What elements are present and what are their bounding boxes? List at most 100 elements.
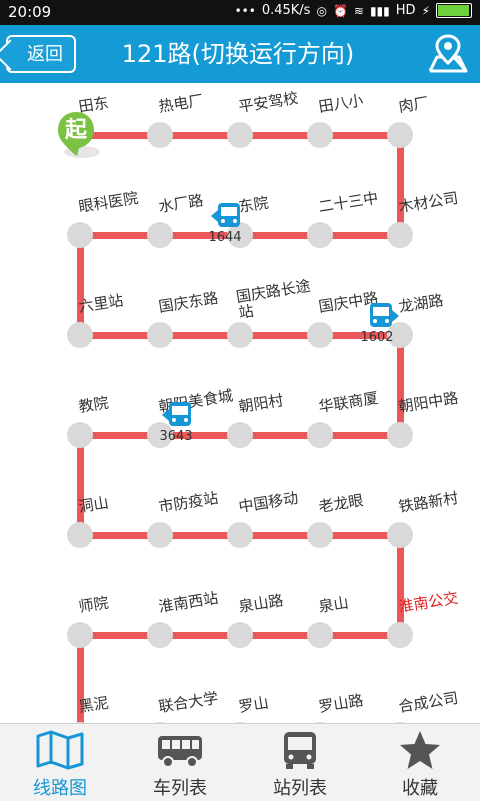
station-label[interactable]: 田八小 — [317, 91, 364, 116]
map-icon — [36, 730, 84, 770]
bus-icon — [211, 203, 240, 227]
station-label[interactable]: 师院 — [77, 594, 109, 616]
bus-number: 1602 — [360, 330, 394, 345]
station-label[interactable]: 泉山 — [317, 594, 349, 616]
station-label[interactable]: 热电厂 — [157, 91, 204, 116]
station-label[interactable]: 眼科医院 — [77, 189, 139, 216]
tab-route-map[interactable]: 线路图 — [0, 724, 120, 801]
charging-icon: ⚡ — [421, 3, 430, 18]
station-label[interactable]: 木材公司 — [397, 189, 459, 216]
station-stop[interactable] — [227, 622, 253, 648]
bus-marker[interactable]: 3643 — [152, 401, 200, 445]
tab-bus-list[interactable]: 车列表 — [120, 724, 240, 801]
bus-front-icon — [276, 730, 324, 770]
station-stop[interactable] — [307, 322, 333, 348]
station-label[interactable]: 水厂路 — [157, 191, 204, 216]
header: 返回 121路(切换运行方向) — [0, 25, 480, 83]
station-stop[interactable] — [387, 422, 413, 448]
tab-label: 站列表 — [273, 778, 327, 799]
station-label[interactable]: 联合大学 — [157, 689, 219, 716]
signal-icon: ▮▮▮ — [369, 3, 390, 18]
station-stop[interactable] — [387, 122, 413, 148]
star-icon — [396, 730, 444, 770]
start-badge-label: 起 — [64, 118, 88, 143]
station-stop[interactable] — [227, 522, 253, 548]
station-label[interactable]: 二十三中 — [317, 189, 379, 216]
station-stop[interactable] — [387, 522, 413, 548]
battery-icon — [436, 3, 472, 18]
more-dots-icon: ••• — [234, 3, 256, 18]
station-stop[interactable] — [387, 222, 413, 248]
station-stop[interactable] — [307, 122, 333, 148]
station-stop[interactable] — [307, 222, 333, 248]
route-segment — [397, 135, 404, 235]
wifi-icon: ≋ — [353, 3, 364, 18]
station-label[interactable]: 肉厂 — [397, 94, 429, 116]
station-stop[interactable] — [67, 622, 93, 648]
tab-station-list[interactable]: 站列表 — [240, 724, 360, 801]
station-label[interactable]: 朝阳村 — [237, 391, 284, 416]
station-label[interactable]: 罗山 — [237, 694, 269, 716]
station-stop[interactable] — [147, 522, 173, 548]
station-label[interactable]: 铁路新村 — [397, 489, 459, 516]
station-label[interactable]: 黑泥 — [77, 694, 109, 716]
status-time: 20:09 — [8, 3, 52, 21]
tab-label: 收藏 — [402, 778, 438, 799]
bus-icon — [370, 303, 399, 327]
alarm-icon: ⏰ — [332, 3, 348, 18]
station-label[interactable]: 国庆东路 — [157, 289, 219, 316]
network-speed: 0.45K/s — [261, 3, 311, 18]
bus-number: 1644 — [208, 230, 242, 245]
station-stop[interactable] — [227, 122, 253, 148]
location-map-icon[interactable] — [426, 33, 470, 75]
station-label[interactable]: 淮南西站 — [157, 589, 219, 616]
station-stop[interactable] — [67, 522, 93, 548]
station-label[interactable]: 平安驾校 — [237, 89, 299, 116]
tab-label: 线路图 — [33, 778, 87, 799]
station-stop[interactable] — [147, 322, 173, 348]
station-stop[interactable] — [387, 622, 413, 648]
back-button[interactable]: 返回 — [6, 35, 76, 73]
station-label[interactable]: 合成公司 — [397, 689, 459, 716]
bottom-tab-bar: 线路图 车列表 站列表 收藏 — [0, 723, 480, 801]
station-label[interactable]: 泉山路 — [237, 591, 284, 616]
bus-number: 3643 — [159, 429, 193, 444]
station-label[interactable]: 国庆路长途站 — [235, 277, 319, 322]
tab-favorites[interactable]: 收藏 — [360, 724, 480, 801]
station-label[interactable]: 淮南公交 — [397, 589, 459, 616]
station-label[interactable]: 中国移动 — [237, 489, 299, 516]
route-segment — [77, 235, 84, 335]
station-label[interactable]: 洞山 — [77, 494, 109, 516]
station-label[interactable]: 朝阳中路 — [397, 389, 459, 416]
station-label[interactable]: 老龙眼 — [317, 491, 364, 516]
station-label[interactable]: 六里站 — [77, 291, 124, 316]
station-stop[interactable] — [307, 422, 333, 448]
station-stop[interactable] — [147, 622, 173, 648]
station-stop[interactable] — [67, 422, 93, 448]
sync-icon: ◎ — [316, 3, 327, 18]
station-stop[interactable] — [147, 122, 173, 148]
station-label[interactable]: 华联商厦 — [317, 389, 379, 416]
station-stop[interactable] — [307, 522, 333, 548]
station-stop[interactable] — [307, 622, 333, 648]
bus-side-icon — [156, 730, 204, 770]
start-badge: 起 — [52, 110, 104, 162]
station-label[interactable]: 教院 — [77, 394, 109, 416]
station-label[interactable]: 罗山路 — [317, 691, 364, 716]
route-segment — [77, 435, 84, 535]
page-title[interactable]: 121路(切换运行方向) — [88, 25, 388, 83]
station-label[interactable]: 龙湖路 — [397, 291, 444, 316]
station-stop[interactable] — [67, 222, 93, 248]
station-stop[interactable] — [227, 322, 253, 348]
station-stop[interactable] — [67, 322, 93, 348]
bus-marker[interactable]: 1644 — [201, 202, 249, 246]
station-stop[interactable] — [147, 222, 173, 248]
network-type: HD — [395, 3, 416, 18]
tab-label: 车列表 — [153, 778, 207, 799]
station-label[interactable]: 市防疫站 — [157, 489, 219, 516]
route-segment — [397, 535, 404, 635]
route-map[interactable]: 田东 热电厂 平安驾校 田八小 肉厂 木材公司 二十三中 东院 水厂路 眼科医院 六里站 国庆东路 国庆… — [0, 83, 480, 723]
station-stop[interactable] — [227, 422, 253, 448]
bus-marker[interactable]: 1602 — [353, 302, 401, 346]
bus-icon — [162, 402, 191, 426]
